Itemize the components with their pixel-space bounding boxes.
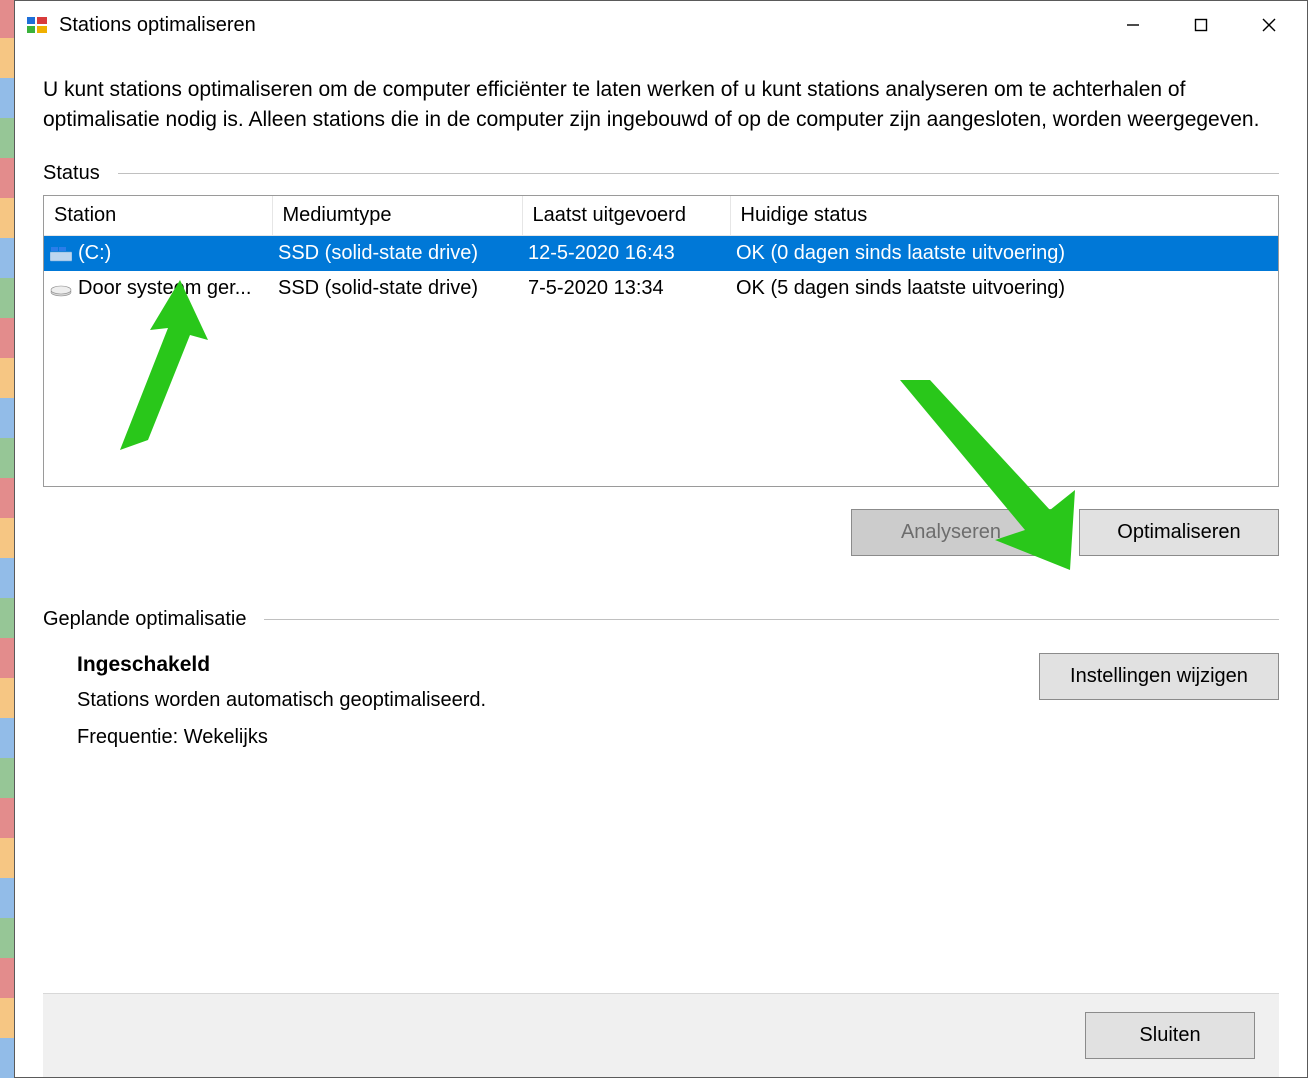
column-header-medium[interactable]: Mediumtype — [272, 196, 522, 236]
divider — [118, 173, 1279, 174]
drive-name: Door systeem ger... — [78, 277, 251, 300]
hdd-icon — [50, 280, 72, 296]
table-row[interactable]: Door systeem ger... SSD (solid-state dri… — [44, 271, 1278, 306]
close-dialog-button[interactable]: Sluiten — [1085, 1012, 1255, 1059]
scheduled-group-label: Geplande optimalisatie — [43, 608, 1279, 631]
titlebar: Stations optimaliseren — [15, 1, 1307, 49]
divider — [264, 619, 1279, 620]
window-controls — [1099, 1, 1303, 49]
windows-drive-icon — [50, 245, 72, 261]
window-title: Stations optimaliseren — [59, 14, 1099, 37]
drive-status: OK (0 dagen sinds laatste uitvoering) — [730, 235, 1278, 271]
drive-medium: SSD (solid-state drive) — [272, 235, 522, 271]
drive-status: OK (5 dagen sinds laatste uitvoering) — [730, 271, 1278, 306]
scheduled-body: Ingeschakeld Stations worden automatisch… — [43, 641, 1279, 763]
minimize-button[interactable] — [1099, 1, 1167, 49]
table-row[interactable]: (C:) SSD (solid-state drive) 12-5-2020 1… — [44, 235, 1278, 271]
change-settings-button[interactable]: Instellingen wijzigen — [1039, 653, 1279, 700]
status-label-text: Status — [43, 162, 100, 185]
column-header-station[interactable]: Station — [44, 196, 272, 236]
scheduled-auto-line: Stations worden automatisch geoptimalise… — [77, 689, 1039, 712]
drives-table: Station Mediumtype Laatst uitgevoerd Hui… — [43, 195, 1279, 487]
scheduled-enabled: Ingeschakeld — [77, 653, 1039, 677]
content-area: U kunt stations optimaliseren om de comp… — [15, 49, 1307, 1077]
drive-medium: SSD (solid-state drive) — [272, 271, 522, 306]
footer: Sluiten — [43, 993, 1279, 1077]
column-header-status[interactable]: Huidige status — [730, 196, 1278, 236]
analyse-button[interactable]: Analyseren — [851, 509, 1051, 556]
status-group-label: Status — [43, 162, 1279, 185]
drive-last-run: 12-5-2020 16:43 — [522, 235, 730, 271]
scheduled-label-text: Geplande optimalisatie — [43, 608, 246, 631]
maximize-button[interactable] — [1167, 1, 1235, 49]
background-edge — [0, 0, 14, 1078]
drive-last-run: 7-5-2020 13:34 — [522, 271, 730, 306]
close-button[interactable] — [1235, 1, 1303, 49]
optimize-drives-window: Stations optimaliseren U kunt stations o… — [14, 0, 1308, 1078]
app-icon — [25, 13, 49, 37]
optimise-button[interactable]: Optimaliseren — [1079, 509, 1279, 556]
actions-row: Analyseren Optimaliseren — [43, 509, 1279, 556]
column-header-last[interactable]: Laatst uitgevoerd — [522, 196, 730, 236]
scheduled-frequency: Frequentie: Wekelijks — [77, 726, 1039, 749]
description-text: U kunt stations optimaliseren om de comp… — [43, 75, 1279, 136]
drive-name: (C:) — [78, 242, 111, 265]
